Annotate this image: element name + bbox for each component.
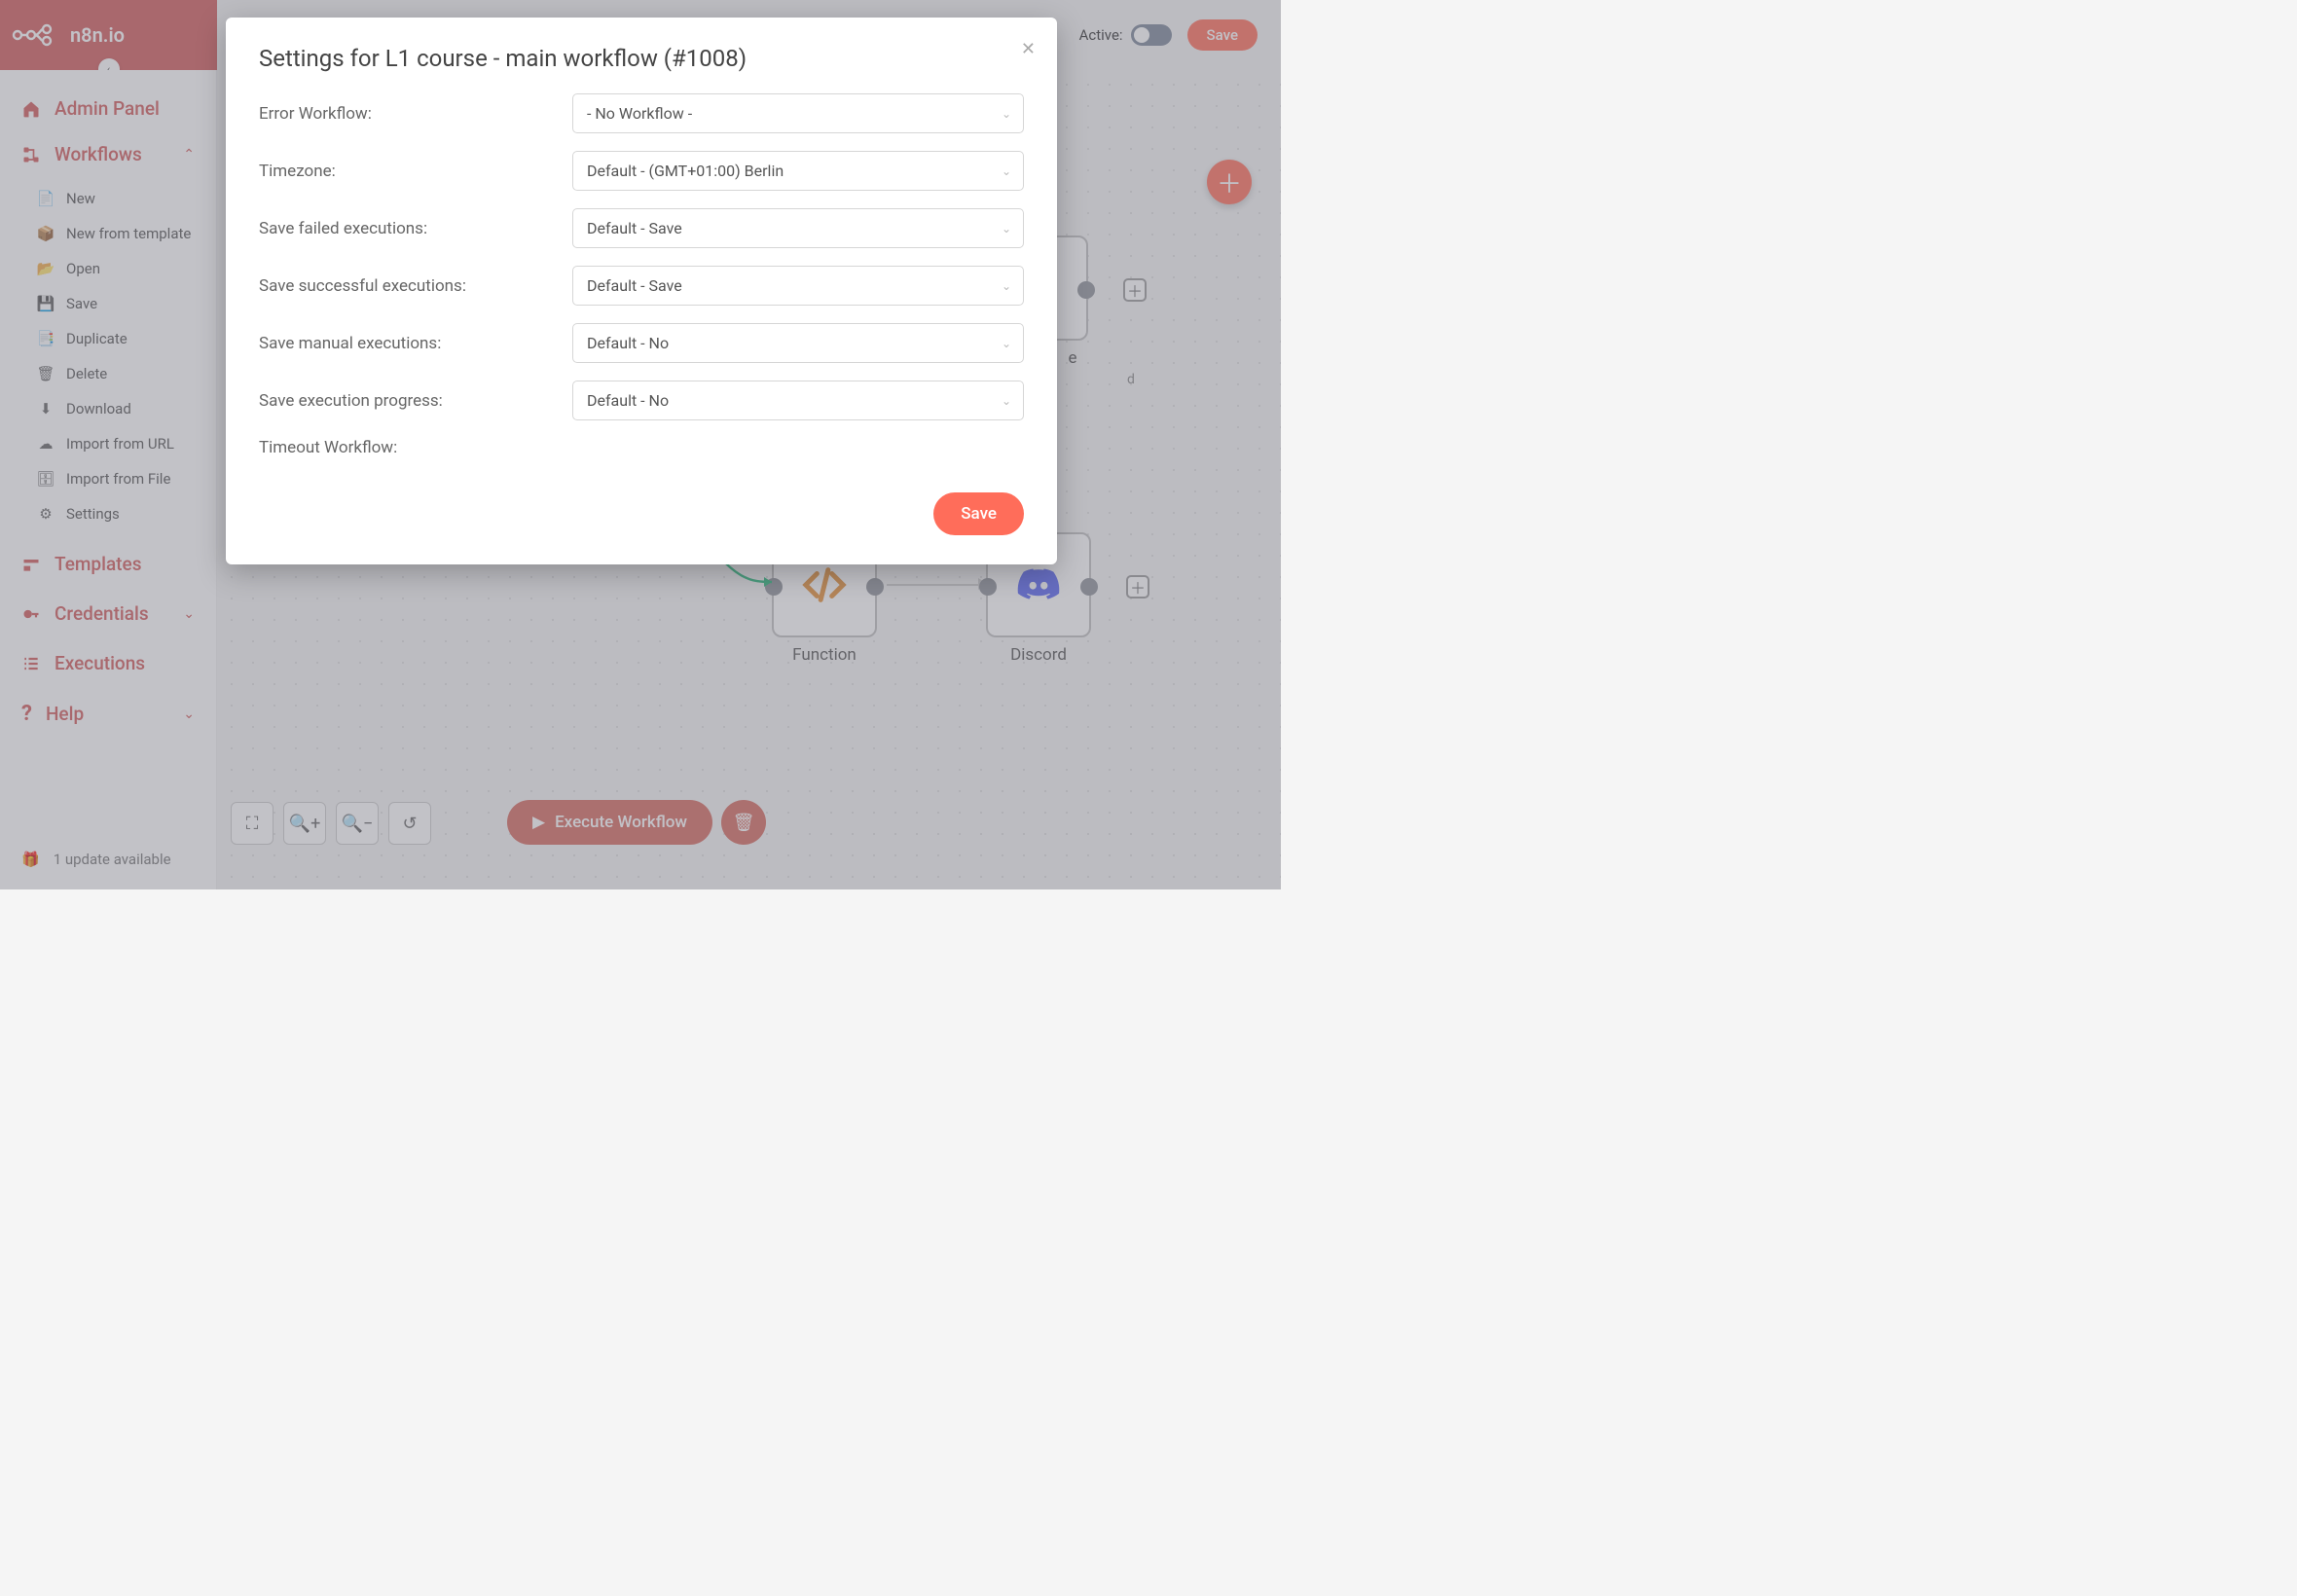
label-error-workflow: Error Workflow: — [259, 104, 572, 124]
chevron-down-icon: ⌄ — [1002, 107, 1011, 121]
label-save-progress: Save execution progress: — [259, 391, 572, 411]
select-error-workflow[interactable]: - No Workflow -⌄ — [572, 93, 1024, 133]
row-timeout: Timeout Workflow: — [259, 438, 1024, 457]
select-save-success[interactable]: Default - Save⌄ — [572, 266, 1024, 306]
row-error-workflow: Error Workflow: - No Workflow -⌄ — [259, 93, 1024, 133]
chevron-down-icon: ⌄ — [1002, 164, 1011, 178]
row-save-success: Save successful executions: Default - Sa… — [259, 266, 1024, 306]
workflow-settings-modal: ✕ Settings for L1 course - main workflow… — [226, 18, 1057, 564]
chevron-down-icon: ⌄ — [1002, 394, 1011, 408]
chevron-down-icon: ⌄ — [1002, 279, 1011, 293]
label-save-manual: Save manual executions: — [259, 334, 572, 353]
chevron-down-icon: ⌄ — [1002, 222, 1011, 236]
row-save-failed: Save failed executions: Default - Save⌄ — [259, 208, 1024, 248]
label-save-failed: Save failed executions: — [259, 219, 572, 238]
label-timezone: Timezone: — [259, 162, 572, 181]
modal-close-button[interactable]: ✕ — [1021, 39, 1036, 59]
label-save-success: Save successful executions: — [259, 276, 572, 296]
select-timezone[interactable]: Default - (GMT+01:00) Berlin⌄ — [572, 151, 1024, 191]
select-save-progress[interactable]: Default - No⌄ — [572, 381, 1024, 420]
row-timezone: Timezone: Default - (GMT+01:00) Berlin⌄ — [259, 151, 1024, 191]
label-timeout: Timeout Workflow: — [259, 438, 572, 457]
select-save-failed[interactable]: Default - Save⌄ — [572, 208, 1024, 248]
modal-title: Settings for L1 course - main workflow (… — [259, 45, 1024, 72]
chevron-down-icon: ⌄ — [1002, 337, 1011, 350]
row-save-manual: Save manual executions: Default - No⌄ — [259, 323, 1024, 363]
select-save-manual[interactable]: Default - No⌄ — [572, 323, 1024, 363]
row-save-progress: Save execution progress: Default - No⌄ — [259, 381, 1024, 420]
modal-save-button[interactable]: Save — [933, 492, 1024, 535]
